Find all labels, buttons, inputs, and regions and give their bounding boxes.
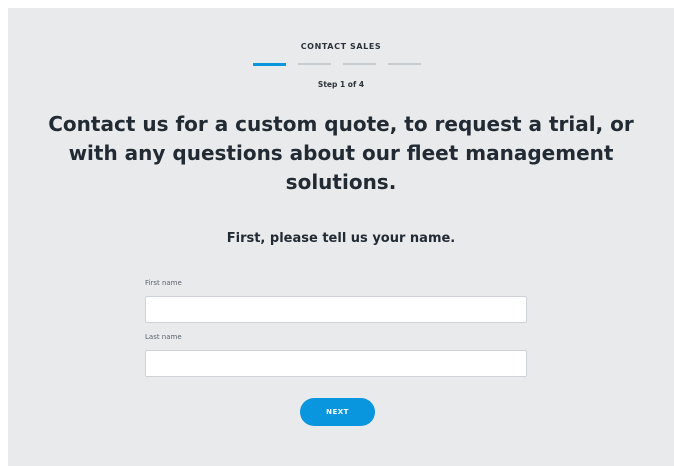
page-headline: Contact us for a custom quote, to reques… xyxy=(8,110,674,197)
step-progress-bar xyxy=(253,62,429,66)
last-name-label: Last name xyxy=(145,333,182,341)
progress-step-2 xyxy=(298,63,331,65)
first-name-label: First name xyxy=(145,279,182,287)
headline-line-2: with any questions about our fleet manag… xyxy=(68,141,614,165)
last-name-input[interactable] xyxy=(145,350,527,377)
headline-line-3: solutions. xyxy=(285,170,397,194)
section-eyebrow: CONTACT SALES xyxy=(300,42,382,51)
progress-step-1 xyxy=(253,62,286,66)
contact-form-panel: CONTACT SALES Step 1 of 4 Contact us for… xyxy=(8,8,674,466)
first-name-input[interactable] xyxy=(145,296,527,323)
progress-step-4 xyxy=(388,63,421,65)
progress-step-3 xyxy=(343,63,376,65)
headline-line-1: Contact us for a custom quote, to reques… xyxy=(48,112,634,136)
form-subheading: First, please tell us your name. xyxy=(226,231,456,246)
step-indicator: Step 1 of 4 xyxy=(317,80,365,89)
next-button[interactable]: NEXT xyxy=(300,398,375,426)
